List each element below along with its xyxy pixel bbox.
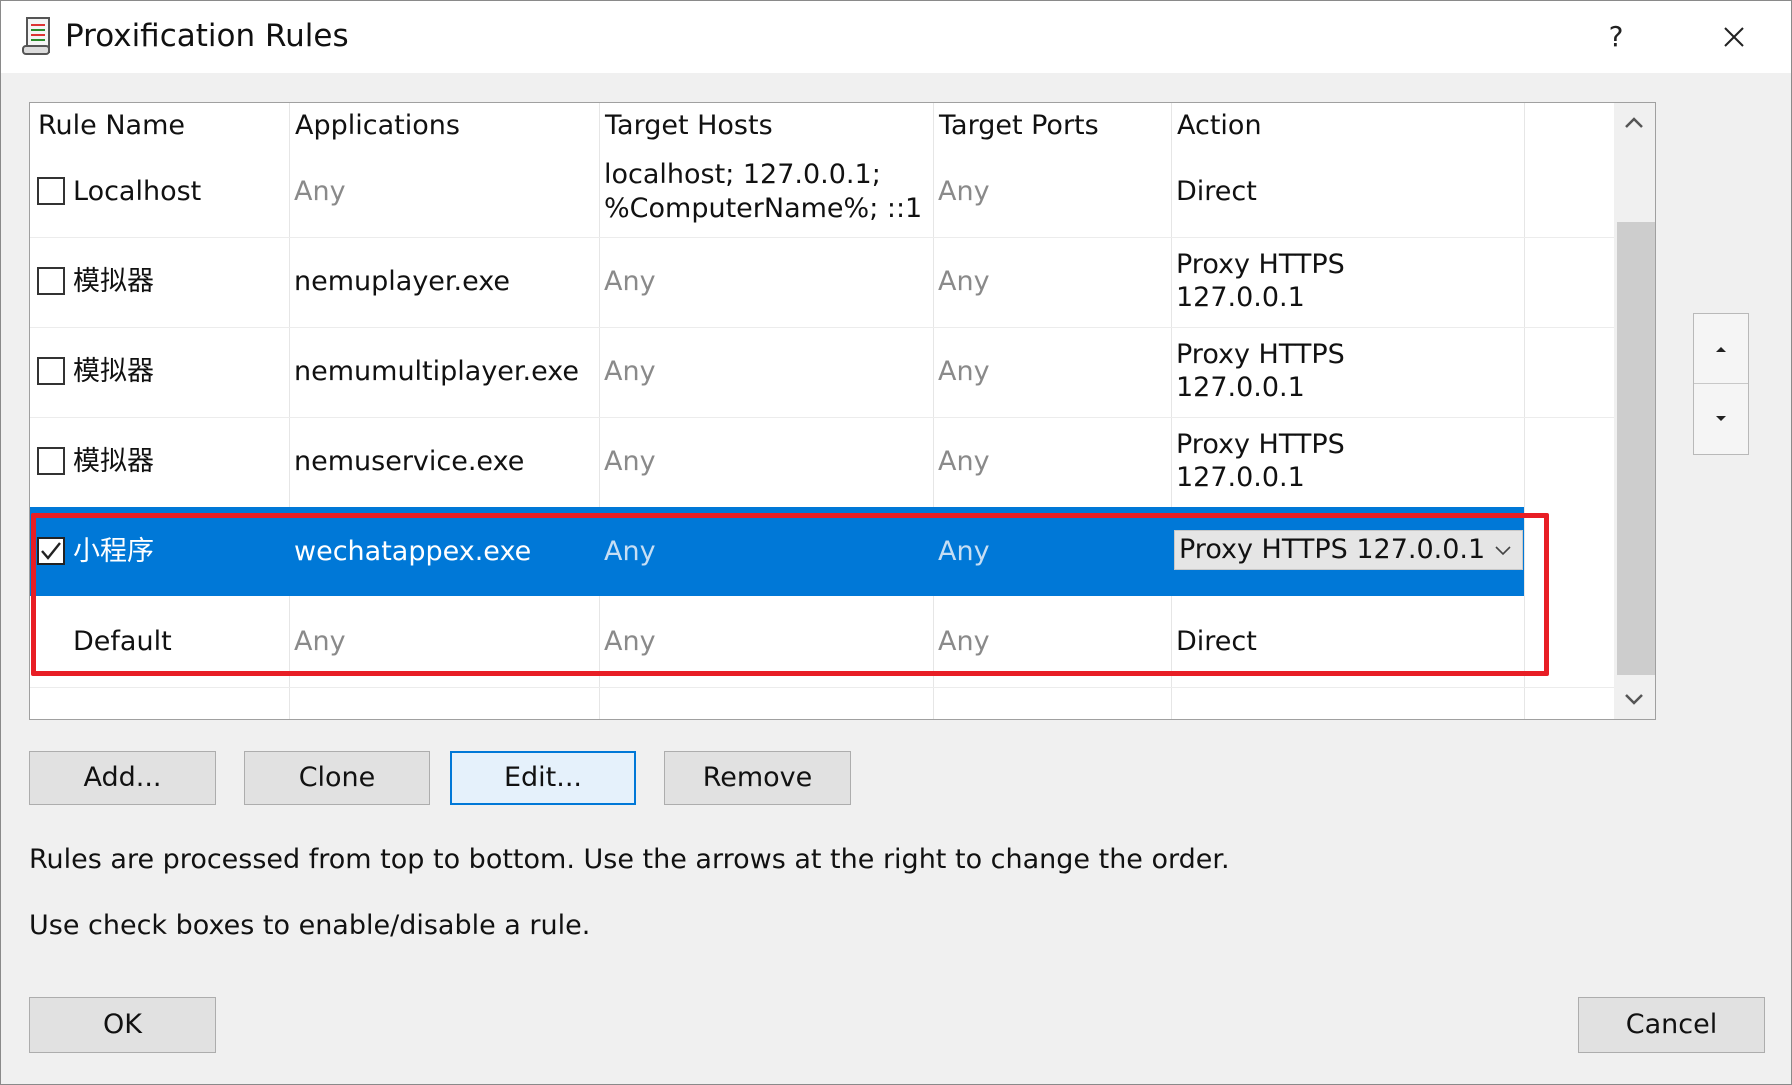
column-header-target-hosts[interactable]: Target Hosts (605, 103, 773, 149)
add-button[interactable]: Add... (29, 751, 216, 805)
scroll-down-icon[interactable] (1622, 687, 1646, 711)
scroll-up-icon[interactable] (1622, 111, 1646, 135)
rule-applications[interactable]: Any (294, 175, 346, 209)
close-icon[interactable] (1706, 13, 1762, 61)
scrollbar-thumb[interactable] (1617, 222, 1655, 675)
move-down-button[interactable] (1694, 384, 1748, 454)
rule-checkbox-localhost[interactable] (37, 177, 65, 205)
rule-applications[interactable]: nemuservice.exe (294, 445, 524, 479)
column-header-rule-name[interactable]: Rule Name (38, 103, 185, 149)
cancel-button[interactable]: Cancel (1578, 997, 1765, 1053)
order-hint-text: Rules are processed from top to bottom. … (29, 844, 1230, 875)
rule-name[interactable]: 模拟器 (73, 445, 154, 479)
rule-action-line2[interactable]: 127.0.0.1 (1176, 461, 1305, 495)
reorder-controls (1693, 313, 1749, 455)
rule-name[interactable]: Localhost (73, 175, 201, 209)
rule-action-line2[interactable]: 127.0.0.1 (1176, 371, 1305, 405)
remove-button[interactable]: Remove (664, 751, 851, 805)
column-header-action[interactable]: Action (1177, 103, 1262, 149)
title-bar: Proxification Rules ? (1, 1, 1791, 73)
rule-checkbox-emulator-3[interactable] (37, 447, 65, 475)
column-header-applications[interactable]: Applications (295, 103, 460, 149)
rules-scroll-icon (22, 17, 50, 55)
rule-action-line1[interactable]: Proxy HTTPS (1176, 248, 1345, 282)
rule-target-hosts[interactable]: Any (604, 265, 656, 299)
clone-button[interactable]: Clone (244, 751, 430, 805)
rule-target-hosts[interactable]: Any (604, 445, 656, 479)
triangle-up-icon (1716, 347, 1726, 352)
edit-button[interactable]: Edit... (450, 751, 636, 805)
rule-target-ports[interactable]: Any (938, 175, 990, 209)
rule-target-hosts[interactable]: Any (604, 355, 656, 389)
move-up-button[interactable] (1694, 314, 1748, 384)
rule-name[interactable]: 模拟器 (73, 355, 154, 389)
rule-checkbox-emulator-1[interactable] (37, 267, 65, 295)
rule-target-hosts-line2[interactable]: %ComputerName%; ::1 (604, 192, 922, 226)
dialog-title: Proxification Rules (65, 18, 349, 54)
help-button[interactable]: ? (1591, 15, 1641, 59)
ok-button[interactable]: OK (29, 997, 216, 1053)
highlight-annotation-box (31, 513, 1549, 676)
rule-action-line1[interactable]: Proxy HTTPS (1176, 338, 1345, 372)
triangle-down-icon (1716, 416, 1726, 421)
rule-action-line2[interactable]: 127.0.0.1 (1176, 281, 1305, 315)
rule-applications[interactable]: nemumultiplayer.exe (294, 355, 579, 389)
rule-target-ports[interactable]: Any (938, 355, 990, 389)
table-scrollbar[interactable] (1614, 103, 1655, 719)
checkbox-hint-text: Use check boxes to enable/disable a rule… (29, 910, 591, 941)
rule-action-line1[interactable]: Proxy HTTPS (1176, 428, 1345, 462)
rule-target-ports[interactable]: Any (938, 445, 990, 479)
proxification-rules-dialog: Proxification Rules ? Rule Name Applicat… (0, 0, 1792, 1085)
column-header-target-ports[interactable]: Target Ports (939, 103, 1099, 149)
rule-applications[interactable]: nemuplayer.exe (294, 265, 510, 299)
rule-target-ports[interactable]: Any (938, 265, 990, 299)
rule-target-hosts-line1[interactable]: localhost; 127.0.0.1; (604, 158, 881, 192)
rule-name[interactable]: 模拟器 (73, 265, 154, 299)
rule-checkbox-emulator-2[interactable] (37, 357, 65, 385)
rule-action[interactable]: Direct (1176, 175, 1257, 209)
